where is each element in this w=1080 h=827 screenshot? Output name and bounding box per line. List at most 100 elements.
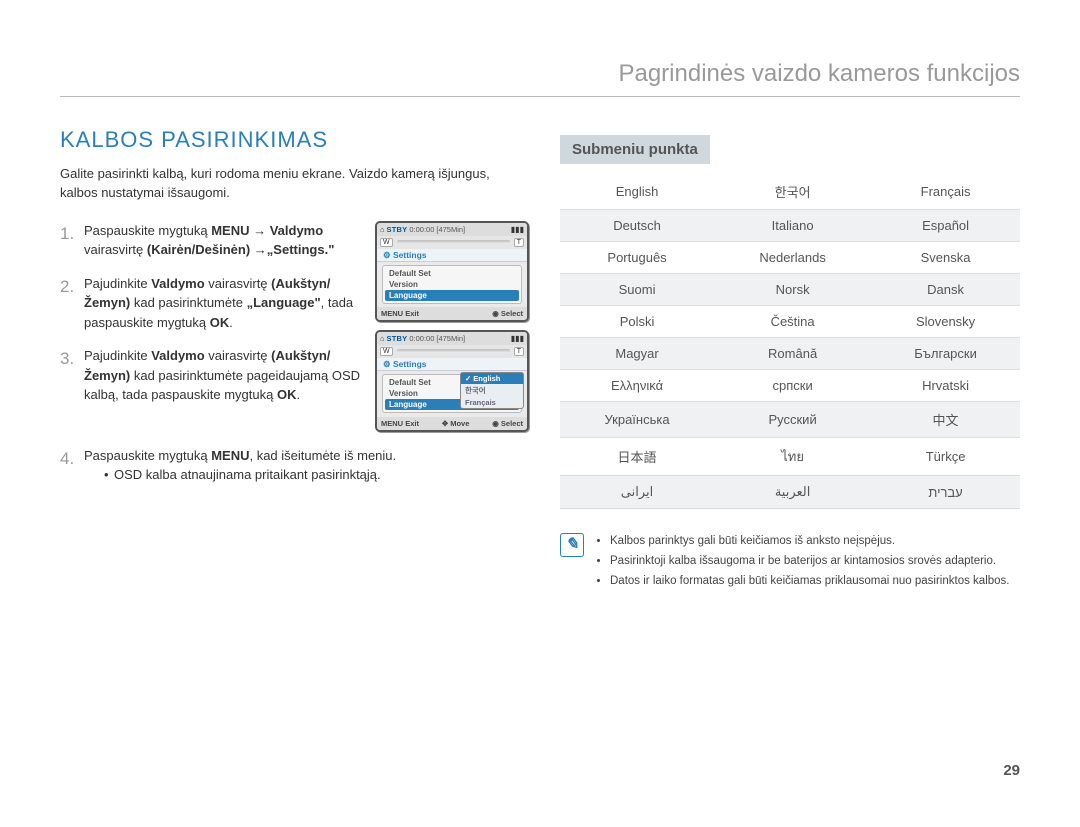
step-number: 1.	[60, 221, 76, 260]
language-cell: Slovensky	[871, 306, 1020, 338]
language-cell: Português	[560, 242, 714, 274]
table-row: DeutschItalianoEspañol	[560, 210, 1020, 242]
left-column: KALBOS PASIRINKIMAS Galite pasirinkti ka…	[60, 117, 530, 592]
language-cell: Українська	[560, 402, 714, 438]
language-cell: Svenska	[871, 242, 1020, 274]
move-key: ✥ Move	[442, 419, 470, 428]
step-text: →	[249, 223, 269, 238]
camera-icon: ⌂	[380, 225, 385, 234]
stby-label: STBY	[387, 334, 408, 343]
language-cell: Русский	[714, 402, 871, 438]
step-sub-bullet: •OSD kalba atnaujinama pritaikant pasiri…	[104, 465, 530, 485]
table-row: УкраїнськаРусский中文	[560, 402, 1020, 438]
language-cell: Suomi	[560, 274, 714, 306]
step-bold: OK	[277, 387, 297, 402]
select-key: ◉ Select	[492, 309, 523, 318]
settings-icon: ⚙	[383, 359, 391, 369]
select-key: ◉ Select	[492, 419, 523, 428]
osd-screen-settings: ⌂ STBY 0:00:00 [475Min] ▮▮▮ W T ⚙ Settin…	[375, 221, 529, 322]
step-bold: MENU	[211, 223, 249, 238]
language-cell: Hrvatski	[871, 370, 1020, 402]
language-popup: ✓English 한국어 Français	[460, 372, 524, 409]
step-text: vairasvirtę	[205, 348, 271, 363]
step-text: Paspauskite mygtuką	[84, 223, 211, 238]
step-2: 2. Pajudinkite Valdymo vairasvirtę (Aukš…	[60, 274, 365, 333]
language-cell: 中文	[871, 402, 1020, 438]
zoom-bar	[397, 240, 510, 244]
right-column: Submeniu punkta English한국어FrançaisDeutsc…	[560, 117, 1020, 592]
step-number: 2.	[60, 274, 76, 333]
step-text: vairasvirtę	[205, 276, 271, 291]
step-text: .	[296, 387, 300, 402]
language-cell: Ελληνικά	[560, 370, 714, 402]
language-cell: 日本語	[560, 438, 714, 476]
camera-icon: ⌂	[380, 334, 385, 343]
language-cell: Čeština	[714, 306, 871, 338]
step-text: , kad išeitumėte iš meniu.	[249, 448, 396, 463]
language-cell: ایرانی	[560, 476, 714, 509]
table-row: SuomiNorskDansk	[560, 274, 1020, 306]
table-row: ΕλληνικάсрпскиHrvatski	[560, 370, 1020, 402]
language-cell: Nederlands	[714, 242, 871, 274]
step-4: 4. Paspauskite mygtuką MENU, kad išeitum…	[60, 446, 530, 485]
step-text: Pajudinkite	[84, 348, 151, 363]
zoom-bar	[397, 349, 510, 353]
language-cell: 한국어	[714, 174, 871, 210]
step-text: kad pasirinktumėte	[130, 295, 246, 310]
remain-time: [475Min]	[436, 334, 465, 343]
stby-label: STBY	[387, 225, 408, 234]
remain-time: [475Min]	[436, 225, 465, 234]
popup-option-francais[interactable]: Français	[461, 397, 523, 408]
step-text: vairasvirtę	[84, 242, 147, 257]
settings-title: Settings	[393, 359, 427, 369]
step-bold: OK	[210, 315, 230, 330]
step-bold: MENU	[211, 448, 249, 463]
language-cell: Türkçe	[871, 438, 1020, 476]
note-block: ✎ Kalbos parinktys gali būti keičiamos i…	[560, 533, 1020, 592]
language-cell: English	[560, 174, 714, 210]
step-bold: „Settings."	[267, 242, 335, 257]
intro-text: Galite pasirinkti kalbą, kuri rodoma men…	[60, 165, 530, 203]
menu-key: MENU Exit	[381, 419, 419, 428]
popup-option-korean[interactable]: 한국어	[461, 384, 523, 397]
language-cell: Polski	[560, 306, 714, 338]
zoom-w: W	[380, 347, 393, 356]
language-cell: Deutsch	[560, 210, 714, 242]
language-cell: Română	[714, 338, 871, 370]
step-text: .	[229, 315, 233, 330]
menu-language-selected[interactable]: Language	[385, 290, 519, 301]
menu-key: MENU Exit	[381, 309, 419, 318]
note-list: Kalbos parinktys gali būti keičiamos iš …	[596, 533, 1009, 592]
page-number: 29	[60, 762, 1020, 779]
header: Pagrindinės vaizdo kameros funkcijos	[60, 60, 1020, 97]
table-row: English한국어Français	[560, 174, 1020, 210]
language-cell: Español	[871, 210, 1020, 242]
menu-default-set: Default Set	[383, 268, 521, 279]
step-number: 4.	[60, 446, 76, 485]
language-cell: Magyar	[560, 338, 714, 370]
section-title: KALBOS PASIRINKIMAS	[60, 127, 530, 153]
battery-icon: ▮▮▮	[511, 334, 524, 343]
menu-version: Version	[383, 279, 521, 290]
language-cell: Français	[871, 174, 1020, 210]
language-cell: Български	[871, 338, 1020, 370]
table-row: PortuguêsNederlandsSvenska	[560, 242, 1020, 274]
osd-screen-language-popup: ⌂ STBY 0:00:00 [475Min] ▮▮▮ W T ⚙ Settin…	[375, 330, 529, 432]
step-1: 1. Paspauskite mygtuką MENU → Valdymo va…	[60, 221, 365, 260]
content-columns: KALBOS PASIRINKIMAS Galite pasirinkti ka…	[60, 117, 1020, 592]
step-bold: Valdymo	[270, 223, 323, 238]
language-cell: עברית	[871, 476, 1020, 509]
page: Pagrindinės vaizdo kameros funkcijos KAL…	[60, 0, 1020, 819]
popup-option-english[interactable]: ✓English	[461, 373, 523, 384]
rec-time: 0:00:00	[409, 334, 434, 343]
language-cell: Italiano	[714, 210, 871, 242]
zoom-w: W	[380, 238, 393, 247]
step-number: 3.	[60, 346, 76, 405]
table-row: ایرانیالعربيةעברית	[560, 476, 1020, 509]
zoom-t: T	[514, 238, 524, 247]
step-bold: Valdymo	[151, 348, 204, 363]
submenu-heading: Submeniu punkta	[560, 135, 710, 164]
breadcrumb: Pagrindinės vaizdo kameros funkcijos	[60, 60, 1020, 96]
step-bold: „Language"	[247, 295, 321, 310]
note-item: Datos ir laiko formatas gali būti keičia…	[610, 573, 1009, 591]
